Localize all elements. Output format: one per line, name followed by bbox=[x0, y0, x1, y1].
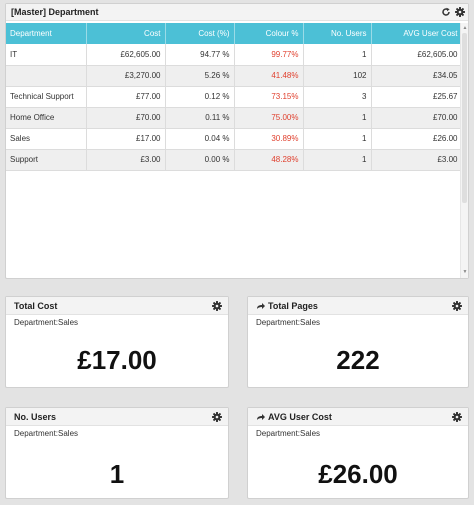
panel-title: [Master] Department bbox=[11, 7, 99, 17]
kpi-value: £17.00 bbox=[77, 345, 157, 375]
kpi-value: 222 bbox=[336, 345, 380, 375]
table-row[interactable]: Technical Support £77.00 0.12 % 73.15% 3… bbox=[6, 86, 460, 108]
kpi-panel-total-cost: Total Cost Department:Sales £17.00 bbox=[5, 296, 229, 388]
scroll-up-arrow-icon[interactable]: ▲ bbox=[461, 24, 469, 32]
kpi-header: AVG User Cost bbox=[248, 408, 468, 426]
cell-colour-pct: 75.00% bbox=[234, 107, 304, 129]
kpi-title: AVG User Cost bbox=[268, 411, 332, 422]
table-row[interactable]: IT £62,605.00 94.77 % 99.77% 1 £62,605.0… bbox=[6, 44, 460, 66]
kpi-subtitle: Department:Sales bbox=[14, 318, 79, 327]
share-arrow-icon[interactable] bbox=[256, 302, 265, 310]
cell-avg-user-cost: £26.00 bbox=[371, 128, 460, 150]
cell-avg-user-cost: £70.00 bbox=[371, 107, 460, 129]
department-table-panel: [Master] Department Department Cost Cost… bbox=[5, 3, 469, 279]
cell-avg-user-cost: £34.05 bbox=[371, 65, 460, 87]
cell-users: 3 bbox=[303, 86, 372, 108]
gear-icon[interactable] bbox=[212, 301, 222, 311]
cell-department: Home Office bbox=[6, 107, 87, 129]
cell-cost: £77.00 bbox=[86, 86, 166, 108]
cell-department: IT bbox=[6, 44, 87, 66]
cell-cost-pct: 5.26 % bbox=[165, 65, 235, 87]
cell-colour-pct: 30.89% bbox=[234, 128, 304, 150]
column-header-avg-user-cost[interactable]: AVG User Cost bbox=[371, 23, 460, 44]
cell-colour-pct: 99.77% bbox=[234, 44, 304, 66]
cell-cost: £70.00 bbox=[86, 107, 166, 129]
column-header-colour-pct[interactable]: Colour % bbox=[234, 23, 304, 44]
department-table: Department Cost Cost (%) Colour % No. Us… bbox=[6, 23, 460, 171]
kpi-value: 1 bbox=[109, 459, 125, 489]
cell-users: 1 bbox=[303, 128, 372, 150]
cell-cost: £3,270.00 bbox=[86, 65, 166, 87]
table-area: Department Cost Cost (%) Colour % No. Us… bbox=[6, 23, 460, 278]
scrollbar-thumb[interactable] bbox=[462, 33, 467, 203]
cell-avg-user-cost: £25.67 bbox=[371, 86, 460, 108]
gear-icon[interactable] bbox=[452, 301, 462, 311]
share-arrow-icon[interactable] bbox=[256, 413, 265, 421]
cell-department: Sales bbox=[6, 128, 87, 150]
column-header-department[interactable]: Department bbox=[6, 23, 87, 44]
kpi-value: £26.00 bbox=[318, 459, 398, 489]
cell-department: Support bbox=[6, 149, 87, 171]
refresh-icon[interactable] bbox=[441, 7, 451, 17]
cell-users: 1 bbox=[303, 107, 372, 129]
gear-icon[interactable] bbox=[212, 412, 222, 422]
kpi-header: No. Users bbox=[6, 408, 228, 426]
kpi-header: Total Pages bbox=[248, 297, 468, 315]
column-header-cost-pct[interactable]: Cost (%) bbox=[165, 23, 235, 44]
kpi-title: No. Users bbox=[14, 411, 57, 422]
table-scrollbar[interactable]: ▲ ▼ bbox=[460, 23, 468, 278]
panel-header-icons bbox=[441, 7, 465, 17]
cell-department: Technical Support bbox=[6, 86, 87, 108]
cell-cost-pct: 0.04 % bbox=[165, 128, 235, 150]
kpi-title: Total Pages bbox=[268, 300, 318, 311]
cell-cost-pct: 0.12 % bbox=[165, 86, 235, 108]
column-header-users[interactable]: No. Users bbox=[303, 23, 372, 44]
column-header-cost[interactable]: Cost bbox=[86, 23, 166, 44]
cell-cost: £62,605.00 bbox=[86, 44, 166, 66]
table-row[interactable]: £3,270.00 5.26 % 41.48% 102 £34.05 bbox=[6, 65, 460, 87]
cell-cost: £3.00 bbox=[86, 149, 166, 171]
cell-users: 1 bbox=[303, 149, 372, 171]
gear-icon[interactable] bbox=[455, 7, 465, 17]
kpi-panel-total-pages: Total Pages Department:Sales 222 bbox=[247, 296, 469, 388]
cell-cost-pct: 0.00 % bbox=[165, 149, 235, 171]
cell-cost-pct: 0.11 % bbox=[165, 107, 235, 129]
table-row[interactable]: Home Office £70.00 0.11 % 75.00% 1 £70.0… bbox=[6, 107, 460, 129]
kpi-title: Total Cost bbox=[14, 300, 58, 311]
cell-cost-pct: 94.77 % bbox=[165, 44, 235, 66]
scroll-down-arrow-icon[interactable]: ▼ bbox=[461, 268, 469, 276]
cell-avg-user-cost: £62,605.00 bbox=[371, 44, 460, 66]
cell-colour-pct: 48.28% bbox=[234, 149, 304, 171]
cell-avg-user-cost: £3.00 bbox=[371, 149, 460, 171]
cell-cost: £17.00 bbox=[86, 128, 166, 150]
table-row[interactable]: Support £3.00 0.00 % 48.28% 1 £3.00 bbox=[6, 149, 460, 171]
kpi-subtitle: Department:Sales bbox=[256, 429, 321, 438]
kpi-panel-avg-user-cost: AVG User Cost Department:Sales £26.00 bbox=[247, 407, 469, 499]
kpi-subtitle: Department:Sales bbox=[14, 429, 79, 438]
cell-colour-pct: 41.48% bbox=[234, 65, 304, 87]
table-row[interactable]: Sales £17.00 0.04 % 30.89% 1 £26.00 bbox=[6, 128, 460, 150]
cell-department bbox=[6, 65, 87, 87]
cell-users: 1 bbox=[303, 44, 372, 66]
cell-colour-pct: 73.15% bbox=[234, 86, 304, 108]
panel-header: [Master] Department bbox=[6, 4, 468, 21]
kpi-header: Total Cost bbox=[6, 297, 228, 315]
kpi-panel-users: No. Users Department:Sales 1 bbox=[5, 407, 229, 499]
table-header-row: Department Cost Cost (%) Colour % No. Us… bbox=[6, 23, 460, 44]
kpi-subtitle: Department:Sales bbox=[256, 318, 321, 327]
cell-users: 102 bbox=[303, 65, 372, 87]
gear-icon[interactable] bbox=[452, 412, 462, 422]
